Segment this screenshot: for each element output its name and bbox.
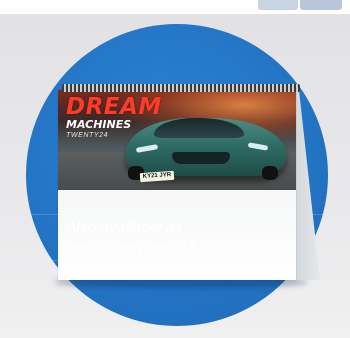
page-tab [258,0,298,10]
title-dream: DREAM [66,94,162,120]
availability-caption: Also available as desk. See page 33 [66,218,286,258]
car-photo: KY21 JYR DREAM MACHINES TWENTY24 [58,90,296,190]
wire-binding [62,84,300,92]
page-tab [300,0,342,10]
title-machines: MACHINES [66,118,132,131]
promo-panel: KY21 JYR DREAM MACHINES TWENTY24 Also av… [0,0,350,338]
title-year: TWENTY24 [66,132,109,139]
car-wheel [262,166,278,180]
caption-line-2: desk. See page 33 [66,239,196,256]
car-grille [172,152,230,164]
calendar-title: DREAM MACHINES TWENTY24 [66,96,162,140]
caption-line-1: Also available as [66,219,183,236]
